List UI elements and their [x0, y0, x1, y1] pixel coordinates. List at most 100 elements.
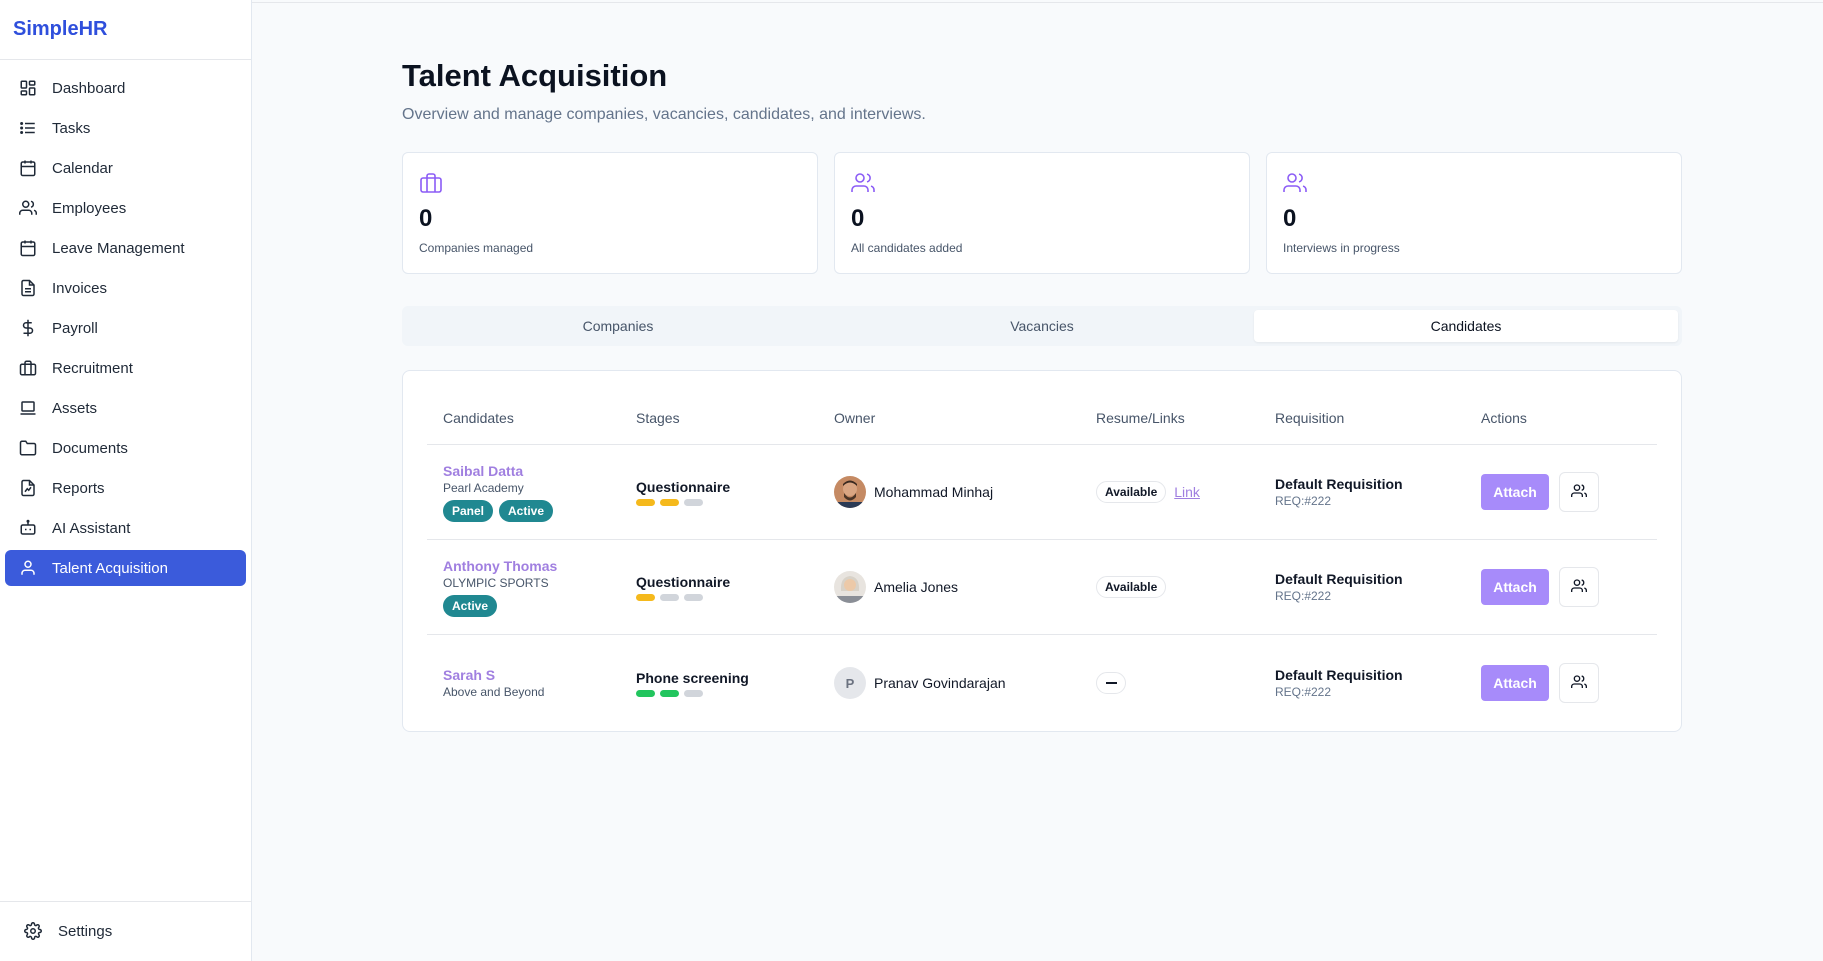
calendar-icon: [18, 238, 38, 258]
gear-icon: [24, 921, 44, 942]
tab-bar: Companies Vacancies Candidates: [402, 306, 1682, 346]
attach-button[interactable]: Attach: [1481, 474, 1549, 510]
sidebar-item-label: Payroll: [52, 319, 98, 337]
stat-cards: 0 Companies managed 0 All candidates add…: [402, 152, 1682, 274]
dashboard-icon: [18, 78, 38, 98]
candidate-name-link[interactable]: Saibal Datta: [443, 463, 636, 479]
stage-progress-dot: [660, 593, 679, 601]
sidebar-item-label: Tasks: [52, 119, 91, 137]
candidate-company: OLYMPIC SPORTS: [443, 575, 549, 590]
stat-value: 0: [419, 205, 433, 232]
sidebar-item-label: Dashboard: [52, 79, 126, 97]
sidebar-item-talent-acquisition[interactable]: Talent Acquisition: [5, 550, 246, 586]
assign-users-button[interactable]: [1559, 663, 1599, 703]
assign-users-button[interactable]: [1559, 567, 1599, 607]
sidebar-item-reports[interactable]: Reports: [5, 470, 246, 506]
candidate-cell: Anthony Thomas OLYMPIC SPORTS Active: [443, 558, 636, 617]
stage-progress-dot: [684, 593, 703, 601]
candidate-name-link[interactable]: Sarah S: [443, 667, 636, 683]
stat-label: Interviews in progress: [1283, 241, 1400, 255]
candidate-name-link[interactable]: Anthony Thomas: [443, 558, 636, 574]
file-text-icon: [18, 278, 38, 298]
resume-link[interactable]: Link: [1174, 484, 1200, 500]
stage-progress-dot: [636, 593, 655, 601]
column-header: Requisition: [1275, 409, 1345, 426]
stage-progress-dot: [684, 689, 703, 697]
stat-card-candidates: 0 All candidates added: [834, 152, 1250, 274]
actions-cell: Attach: [1481, 663, 1631, 703]
folder-icon: [18, 438, 38, 458]
table-row: Saibal Datta Pearl Academy Panel Active …: [427, 445, 1657, 540]
report-icon: [18, 478, 38, 498]
owner-cell: Amelia Jones: [834, 571, 1096, 603]
stat-label: All candidates added: [851, 241, 963, 255]
users-icon: [18, 198, 38, 218]
sidebar-item-leave-management[interactable]: Leave Management: [5, 230, 246, 266]
candidate-cell: Sarah S Above and Beyond: [443, 667, 636, 699]
candidates-table: Candidates Stages Owner Resume/Links Req…: [402, 370, 1682, 732]
brand-logo[interactable]: SimpleHR: [0, 0, 251, 60]
column-header: Resume/Links: [1096, 409, 1185, 426]
sidebar-item-label: Calendar: [52, 159, 113, 177]
tab-vacancies[interactable]: Vacancies: [830, 310, 1254, 342]
sidebar-item-settings[interactable]: Settings: [0, 901, 252, 961]
attach-button[interactable]: Attach: [1481, 569, 1549, 605]
avatar: [834, 571, 866, 603]
sidebar-item-recruitment[interactable]: Recruitment: [5, 350, 246, 386]
owner-name: Mohammad Minhaj: [874, 484, 994, 500]
candidate-cell: Saibal Datta Pearl Academy Panel Active: [443, 463, 636, 522]
column-header: Actions: [1481, 409, 1527, 426]
status-badge: Panel: [443, 499, 494, 522]
sidebar-item-documents[interactable]: Documents: [5, 430, 246, 466]
status-badge: Active: [443, 594, 498, 617]
briefcase-icon: [18, 358, 38, 378]
requisition-title: Default Requisition: [1275, 571, 1403, 587]
column-header: Stages: [636, 409, 680, 426]
sidebar-item-label: Invoices: [52, 279, 108, 297]
stage-name: Questionnaire: [636, 478, 731, 495]
sidebar-item-label: Reports: [52, 479, 105, 497]
table-header: Candidates Stages Owner Resume/Links Req…: [427, 391, 1657, 445]
stage-cell: Questionnaire: [636, 574, 834, 601]
briefcase-icon: [419, 171, 443, 195]
stage-progress-dot: [660, 498, 679, 506]
stage-progress-dot: [660, 689, 679, 697]
sidebar-item-employees[interactable]: Employees: [5, 190, 246, 226]
sidebar-item-invoices[interactable]: Invoices: [5, 270, 246, 306]
page-title: Talent Acquisition: [402, 58, 668, 93]
stat-card-companies: 0 Companies managed: [402, 152, 818, 274]
sidebar-item-assets[interactable]: Assets: [5, 390, 246, 426]
stat-value: 0: [1283, 205, 1297, 232]
assign-users-button[interactable]: [1559, 472, 1599, 512]
sidebar-item-dashboard[interactable]: Dashboard: [5, 70, 246, 106]
stage-progress: [636, 498, 834, 506]
stage-name: Phone screening: [636, 669, 749, 686]
sidebar-item-calendar[interactable]: Calendar: [5, 150, 246, 186]
owner: Mohammad Minhaj: [834, 476, 1096, 508]
resume-links: [1096, 672, 1275, 694]
owner-cell: P Pranav Govindarajan: [834, 667, 1096, 699]
badge-group: Panel Active: [443, 499, 636, 522]
sidebar-item-tasks[interactable]: Tasks: [5, 110, 246, 146]
laptop-icon: [18, 398, 38, 418]
owner-name: Pranav Govindarajan: [874, 675, 1006, 691]
tab-companies[interactable]: Companies: [406, 310, 830, 342]
sidebar-item-ai-assistant[interactable]: AI Assistant: [5, 510, 246, 546]
sidebar-item-payroll[interactable]: Payroll: [5, 310, 246, 346]
candidate-company: Above and Beyond: [443, 685, 545, 699]
stat-label: Companies managed: [419, 241, 534, 255]
tab-candidates[interactable]: Candidates: [1254, 310, 1678, 342]
owner-name: Amelia Jones: [874, 579, 959, 595]
owner-cell: Mohammad Minhaj: [834, 476, 1096, 508]
user-icon: [18, 558, 38, 578]
avatar: [834, 476, 866, 508]
resume-empty-pill: [1096, 672, 1126, 694]
sidebar-item-label: Employees: [52, 199, 127, 217]
attach-button[interactable]: Attach: [1481, 665, 1549, 701]
badge-group: Active: [443, 594, 636, 617]
users-icon: [1571, 674, 1588, 693]
stage-cell: Questionnaire: [636, 479, 834, 506]
resume-status-pill: Available: [1096, 481, 1167, 503]
sidebar-item-label: Talent Acquisition: [52, 559, 168, 577]
resume-cell: Available Link: [1096, 481, 1275, 503]
